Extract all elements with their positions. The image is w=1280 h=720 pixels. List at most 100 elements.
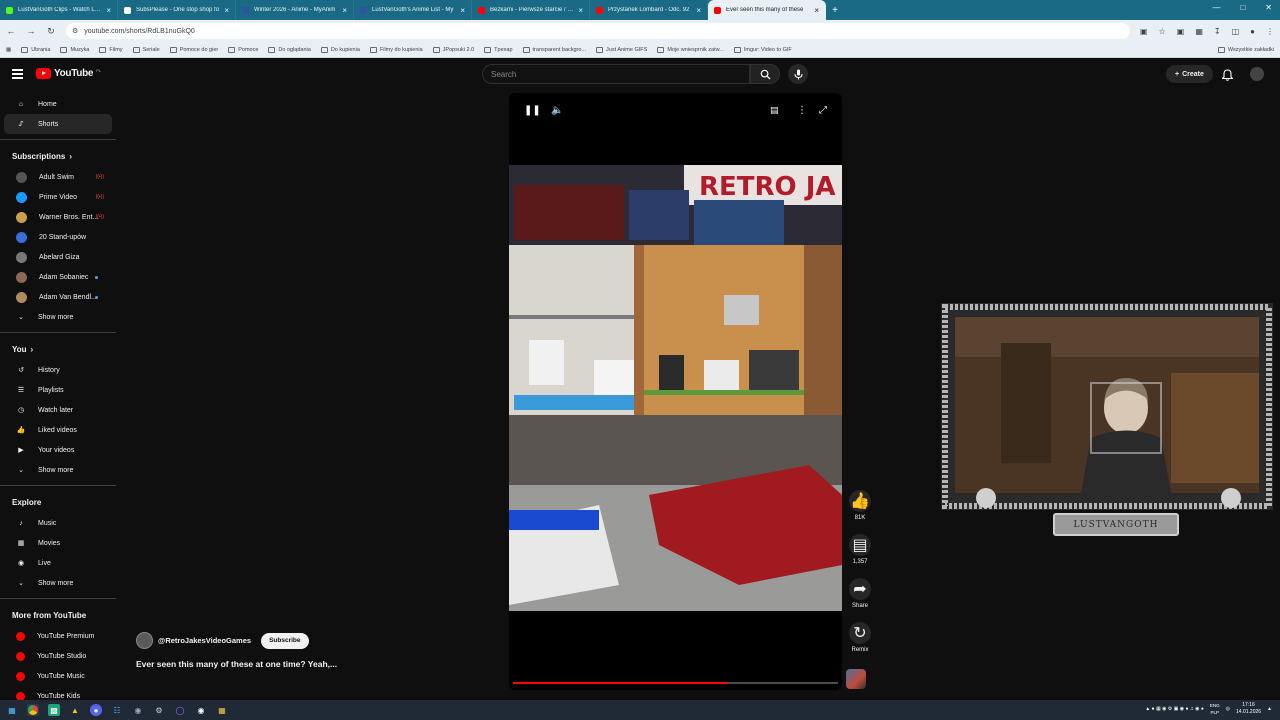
folder-icon[interactable]: ▦ xyxy=(216,704,228,716)
bookmark-star-icon[interactable]: ☆ xyxy=(1159,27,1166,36)
steam-icon[interactable]: ⚙ xyxy=(153,704,165,716)
notification-center-icon[interactable]: ▲ xyxy=(1267,706,1272,712)
show-more-button[interactable]: ⌄ Show more xyxy=(4,573,112,593)
windows-start-icon[interactable]: ▦ xyxy=(6,704,18,716)
youtube-logo[interactable]: YouTube PL xyxy=(36,68,101,79)
browser-tab[interactable]: Bezkarni - Pierwsze starcie / Th × xyxy=(472,0,590,20)
explorer-icon[interactable]: ☷ xyxy=(111,704,123,716)
menu-icon[interactable]: ⋮ xyxy=(1266,27,1274,36)
bookmark-item[interactable]: JPopsuki 2.0 xyxy=(432,46,474,53)
subscription-item[interactable]: Adam Sobaniec xyxy=(4,267,112,287)
obs-icon[interactable]: ◉ xyxy=(195,704,207,716)
sidebar-section-heading[interactable]: More from YouTube xyxy=(0,604,116,626)
terminal-icon[interactable]: ▩ xyxy=(48,704,60,716)
sidebar-item[interactable]: ☰ Playlists xyxy=(4,380,112,400)
sidebar-item[interactable]: ᔑ Shorts xyxy=(4,114,112,134)
all-bookmarks[interactable]: Wszystkie zakładki xyxy=(1217,46,1274,53)
twitch-icon[interactable]: ◯ xyxy=(174,704,186,716)
browser-tab[interactable]: LustVanGoth's Anime List - My × xyxy=(354,0,472,20)
globe-icon[interactable]: ◉ xyxy=(132,704,144,716)
notifications-button[interactable] xyxy=(1221,68,1234,86)
forward-icon[interactable]: → xyxy=(26,26,36,36)
bookmark-item[interactable]: Imgur: Video to GIF xyxy=(733,46,792,53)
sidebar-item[interactable]: ↺ History xyxy=(4,360,112,380)
downloads-icon[interactable]: ↧ xyxy=(1214,27,1221,36)
new-tab-icon[interactable]: + xyxy=(826,5,844,16)
tray-icons[interactable]: ▲ ● ▦ ◉ ⚙ ▣ ◉ ● ♫ ◉ ● xyxy=(1145,706,1204,712)
account-avatar[interactable] xyxy=(1250,67,1264,81)
shorts-player[interactable]: ❚❚ 🔈 ▤ ⋮ ⤢ RETRO JA xyxy=(509,93,842,690)
bookmark-item[interactable]: Tpexap xyxy=(484,46,513,53)
sidebar-section-heading[interactable]: Explore xyxy=(0,491,116,513)
extension-icon[interactable]: ▣ xyxy=(1177,27,1185,36)
search-input[interactable]: Search xyxy=(482,64,750,84)
tab-close-icon[interactable]: × xyxy=(696,6,701,15)
bookmark-item[interactable]: Just Anime GIFS xyxy=(596,46,647,53)
chrome-icon[interactable] xyxy=(27,704,39,716)
captions-icon[interactable]: ▤ xyxy=(770,105,779,116)
subscription-item[interactable]: Prime Video ((•)) xyxy=(4,187,112,207)
subscribe-button[interactable]: Subscribe xyxy=(261,632,309,649)
channel-avatar[interactable] xyxy=(136,632,153,649)
voice-search-button[interactable] xyxy=(788,64,808,84)
minimize-icon[interactable]: — xyxy=(1212,3,1220,12)
tab-close-icon[interactable]: × xyxy=(342,6,347,15)
bookmark-item[interactable]: Pomoce xyxy=(228,46,258,53)
sidebar-item[interactable]: ◉ Live xyxy=(4,553,112,573)
sidebar-item[interactable]: 👍 Liked videos xyxy=(4,420,112,440)
more-from-youtube-item[interactable]: YouTube Music xyxy=(4,666,112,686)
browser-tab[interactable]: Ever seen this many of these × xyxy=(708,0,826,20)
norton-icon[interactable]: ▲ xyxy=(69,704,81,716)
browser-tab[interactable]: LustVanGoth Clips - Watch Live × xyxy=(0,0,118,20)
sidebar-section-heading[interactable]: Subscriptions › xyxy=(0,145,116,167)
share-button[interactable]: ➦ Share xyxy=(846,578,874,622)
tab-close-icon[interactable]: × xyxy=(578,6,583,15)
bookmark-item[interactable]: Muzyka xyxy=(60,46,89,53)
channel-name[interactable]: @RetroJakesVideoGames xyxy=(158,636,251,645)
cast-icon[interactable]: ▣ xyxy=(1140,27,1148,36)
tab-close-icon[interactable]: × xyxy=(106,6,111,15)
sidebar-item[interactable]: ⌂ Home xyxy=(4,94,112,114)
profile-icon[interactable]: ● xyxy=(1250,27,1255,36)
subscription-item[interactable]: 20 Stand-upów xyxy=(4,227,112,247)
hamburger-menu-icon[interactable] xyxy=(12,69,23,81)
puzzle-icon[interactable]: ▦ xyxy=(1195,27,1203,36)
bookmark-item[interactable]: Filmy do kupienia xyxy=(369,46,423,53)
like-button[interactable]: 👍 81K xyxy=(846,490,874,534)
video-progress-bar[interactable] xyxy=(513,682,838,684)
url-field[interactable]: ⚙ youtube.com/shorts/RdLB1nuGkQ0 xyxy=(66,23,1131,39)
bookmark-item[interactable]: Moje wniesprnik zatw... xyxy=(657,46,724,53)
sidepanel-icon[interactable]: ◫ xyxy=(1232,27,1240,36)
subscription-item[interactable]: Warner Bros. Ent... ((•)) xyxy=(4,207,112,227)
search-button[interactable] xyxy=(750,64,780,84)
maximize-icon[interactable]: □ xyxy=(1240,3,1245,12)
close-icon[interactable]: ✕ xyxy=(1265,3,1272,12)
discord-icon[interactable]: ● xyxy=(90,704,102,716)
language-indicator[interactable]: ENG PLP xyxy=(1210,702,1220,716)
sound-thumbnail[interactable] xyxy=(846,669,866,689)
browser-tab[interactable]: Przystanek Lombard - Odc. 92 × xyxy=(590,0,708,20)
create-button[interactable]: + Create xyxy=(1166,65,1213,83)
site-info-icon[interactable]: ⚙ xyxy=(72,27,78,35)
subscription-item[interactable]: Adam Van Bendl... xyxy=(4,287,112,307)
sidebar-section-heading[interactable]: You › xyxy=(0,338,116,360)
browser-tab[interactable]: Winter 2026 - Anime - MyAnim × xyxy=(236,0,354,20)
bookmark-item[interactable]: Pomoce do gier xyxy=(169,46,218,53)
browser-tab[interactable]: SubsPlease - One stop shop fo × xyxy=(118,0,236,20)
subscription-item[interactable]: Abelard Giza xyxy=(4,247,112,267)
wifi-icon[interactable]: ◎ xyxy=(1226,706,1230,712)
tab-close-icon[interactable]: × xyxy=(814,6,819,15)
show-more-button[interactable]: ⌄ Show more xyxy=(4,460,112,480)
bookmark-item[interactable]: transparent backgro... xyxy=(522,46,586,53)
apps-icon[interactable]: ▦ xyxy=(6,47,11,53)
remix-button[interactable]: ↻ Remix xyxy=(846,622,874,666)
bookmark-item[interactable]: Seriale xyxy=(132,46,160,53)
tab-close-icon[interactable]: × xyxy=(460,6,465,15)
show-more-button[interactable]: ⌄ Show more xyxy=(4,307,112,327)
sidebar-item[interactable]: ▦ Movies xyxy=(4,533,112,553)
tab-close-icon[interactable]: × xyxy=(224,6,229,15)
reload-icon[interactable]: ↻ xyxy=(46,26,56,37)
bookmark-item[interactable]: Ubrania xyxy=(21,46,50,53)
sidebar-item[interactable]: ▶ Your videos xyxy=(4,440,112,460)
subscription-item[interactable]: Adult Swim ((•)) xyxy=(4,167,112,187)
